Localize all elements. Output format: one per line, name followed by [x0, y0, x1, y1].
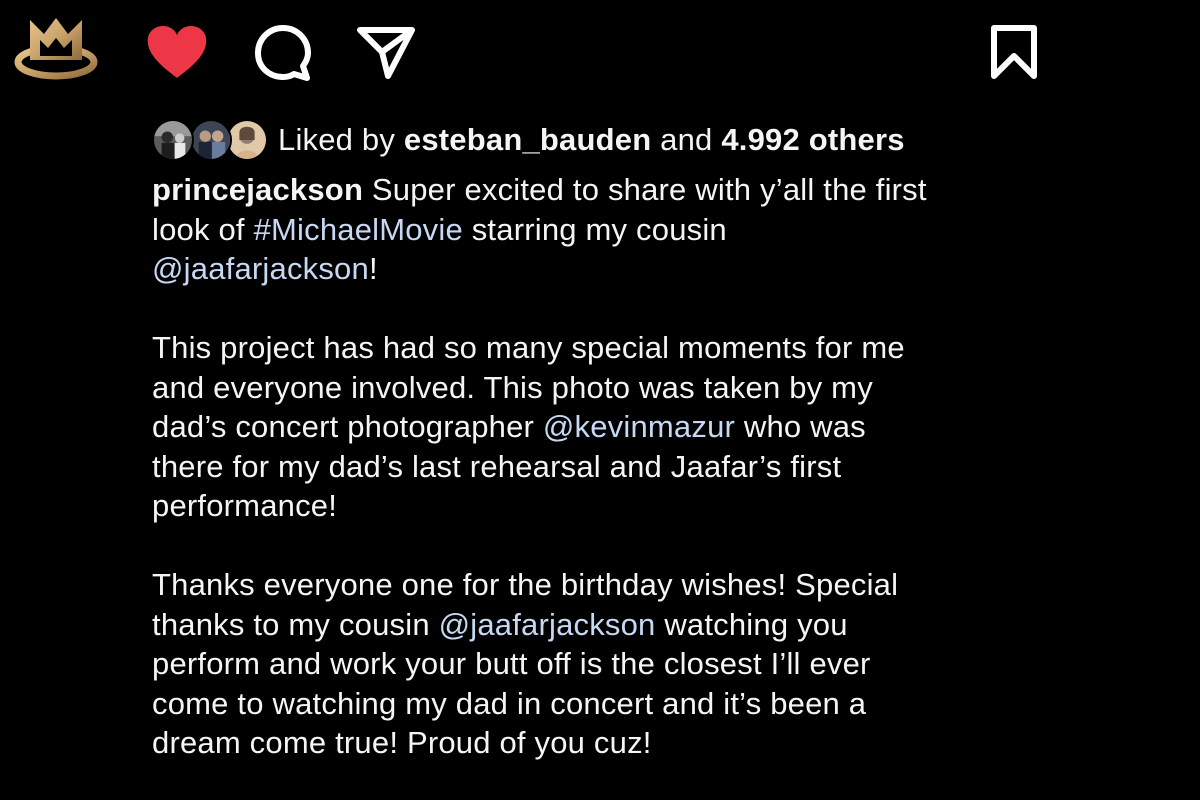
caption-line: and everyone involved. This photo was ta…: [152, 368, 1162, 408]
caption-text: and everyone involved. This photo was ta…: [152, 369, 873, 405]
caption-text: starring my cousin: [462, 211, 727, 247]
caption-line: thanks to my cousin @jaafarjackson watch…: [152, 605, 1162, 645]
likes-count-link[interactable]: 4.992 others: [721, 122, 904, 157]
avatar[interactable]: [152, 119, 194, 161]
caption-text: perform and work your butt off is the cl…: [152, 646, 871, 681]
bookmark-icon[interactable]: [990, 24, 1038, 80]
author-username-link[interactable]: princejackson: [152, 172, 363, 207]
caption-text: This project has had so many special mom…: [152, 330, 905, 365]
caption-text: Thanks everyone one for the birthday wis…: [152, 567, 899, 602]
mention-link[interactable]: @jaafarjackson: [152, 251, 369, 286]
caption-text: come to watching my dad in concert and i…: [152, 685, 867, 721]
mention-link[interactable]: @kevinmazur: [543, 409, 735, 444]
likes-conjunction: and: [660, 122, 713, 157]
caption-text: !: [368, 251, 378, 286]
caption-line: This project has had so many special mom…: [152, 328, 1162, 368]
caption-line: @jaafarjackson!: [152, 249, 1162, 289]
caption-text: who was: [735, 409, 866, 444]
liker-avatars[interactable]: [152, 118, 268, 162]
caption-text: watching you: [655, 606, 848, 642]
caption-text: Super excited to share with y’all the fi…: [371, 172, 927, 207]
paragraph-break: [152, 289, 1162, 329]
caption-text: performance!: [152, 488, 338, 523]
caption-line: come to watching my dad in concert and i…: [152, 684, 1162, 724]
heart-icon[interactable]: [146, 26, 208, 80]
caption-line: look of #MichaelMovie starring my cousin: [152, 210, 1162, 250]
liker-username-link[interactable]: esteban_bauden: [404, 122, 651, 157]
comment-icon[interactable]: [254, 24, 312, 82]
avatar[interactable]: [226, 119, 268, 161]
likes-row: Liked by esteban_bauden and 4.992 others: [152, 118, 905, 162]
caption-line: Thanks everyone one for the birthday wis…: [152, 565, 1162, 605]
likes-summary: Liked by esteban_bauden and 4.992 others: [278, 118, 905, 162]
post-caption: princejackson Super excited to share wit…: [152, 170, 1162, 763]
paragraph-break: [152, 526, 1162, 566]
caption-line: there for my dad’s last rehearsal and Ja…: [152, 447, 1162, 487]
caption-text: look of: [152, 211, 254, 247]
caption-text: dad’s concert photographer: [152, 409, 543, 444]
mention-link[interactable]: @jaafarjackson: [439, 607, 656, 642]
caption-line: performance!: [152, 486, 1162, 526]
likes-prefix: Liked by: [278, 122, 396, 157]
caption-line: dream come true! Proud of you cuz!: [152, 723, 1162, 763]
paper-plane-icon[interactable]: [356, 24, 416, 80]
caption-line: princejackson Super excited to share wit…: [152, 170, 1162, 210]
caption-text: thanks to my cousin: [152, 606, 439, 642]
caption-line: dad’s concert photographer @kevinmazur w…: [152, 407, 1162, 447]
caption-line: perform and work your butt off is the cl…: [152, 644, 1162, 684]
caption-text: dream come true! Proud of you cuz!: [152, 725, 652, 760]
hashtag-link[interactable]: #MichaelMovie: [254, 212, 463, 247]
avatar[interactable]: [190, 119, 232, 161]
caption-text: there for my dad’s last rehearsal and Ja…: [152, 448, 842, 484]
post-action-bar: [0, 0, 1200, 100]
